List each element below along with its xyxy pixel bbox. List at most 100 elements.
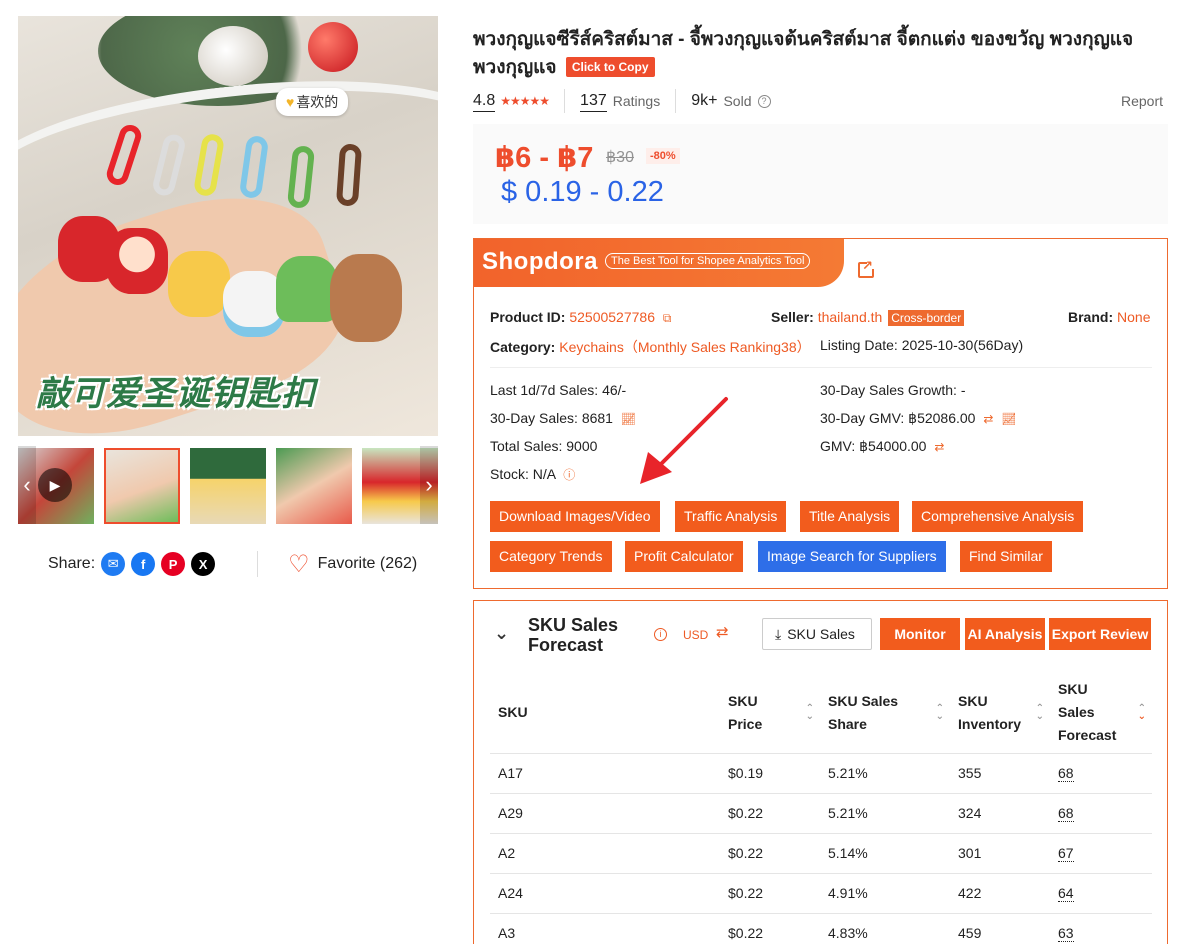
stock: Stock: N/A	[490, 466, 556, 482]
favorite-label[interactable]: Favorite (262)	[318, 555, 418, 573]
cell-forecast: 64	[1050, 873, 1152, 914]
info-icon[interactable]: i	[654, 628, 667, 641]
stock-row: Stock: N/A ⓘ	[490, 466, 575, 483]
cell-sku: A2	[490, 833, 720, 874]
column-header-inventory[interactable]: SKU Inventory ⌃ ⌄	[950, 673, 1050, 754]
ai-analysis-button[interactable]: AI Analysis	[965, 618, 1045, 650]
title-analysis-button[interactable]: Title Analysis	[800, 501, 900, 532]
export-review-button[interactable]: Export Review	[1049, 618, 1151, 650]
profit-calculator-button[interactable]: Profit Calculator	[625, 541, 743, 572]
download-images-button[interactable]: Download Images/Video	[490, 501, 660, 532]
swap-icon[interactable]: ⇄	[983, 412, 993, 426]
forecast-value[interactable]: 63	[1058, 925, 1074, 942]
category-row: Category: Keychains（Monthly Sales Rankin…	[490, 337, 811, 357]
x-icon[interactable]: X	[191, 552, 216, 576]
forecast-value[interactable]: 68	[1058, 765, 1074, 782]
forecast-value[interactable]: 64	[1058, 885, 1074, 902]
divider	[490, 367, 1152, 368]
brand-value[interactable]: None	[1117, 309, 1150, 325]
forecast-value[interactable]: 67	[1058, 845, 1074, 862]
cell-price: $0.22	[720, 873, 820, 914]
category-label: Category:	[490, 339, 556, 355]
sort-icon[interactable]: ⌃ ⌄	[806, 703, 814, 721]
seller-value[interactable]: thailand.th	[818, 309, 883, 325]
rating-value[interactable]: 4.8	[473, 91, 496, 112]
cell-inventory: 355	[950, 753, 1050, 794]
play-icon[interactable]: ▶	[38, 468, 72, 502]
shopdora-panel: Shopdora The Best Tool for Shopee Analyt…	[473, 238, 1168, 589]
currency-label[interactable]: USD	[683, 628, 708, 642]
cell-forecast: 67	[1050, 833, 1152, 874]
chevron-down-icon[interactable]: ⌄	[494, 623, 509, 644]
cell-inventory: 459	[950, 913, 1050, 944]
thumbnail-3[interactable]	[276, 448, 352, 524]
image-caption: 敲可爱圣诞钥匙扣	[36, 375, 316, 413]
column-header-sku: SKU	[490, 673, 720, 754]
thumbnail-1[interactable]	[104, 448, 180, 524]
sales-30: 30-Day Sales: 8681	[490, 410, 613, 426]
red-ornament	[308, 22, 358, 72]
product-id-row: Product ID: 52500527786 ⧉	[490, 309, 671, 326]
column-header-price[interactable]: SKU Price ⌃ ⌄	[720, 673, 820, 754]
column-header-share[interactable]: SKU Sales Share ⌃ ⌄	[820, 673, 950, 754]
table-row: A2 $0.22 5.14% 301 67	[490, 833, 1152, 874]
cell-share: 4.83%	[820, 913, 950, 944]
forecast-value[interactable]: 68	[1058, 805, 1074, 822]
column-header-forecast[interactable]: SKU Sales Forecast ⌃ ⌄	[1050, 673, 1152, 754]
category-trends-button[interactable]: Category Trends	[490, 541, 612, 572]
messenger-icon[interactable]: ✉	[101, 552, 126, 576]
trend-chart-icon[interactable]: 📈︎	[1001, 412, 1016, 426]
thumbnail-strip: ▶ ‹ ›	[18, 446, 438, 524]
download-icon: ⤓	[775, 626, 782, 642]
cell-share: 5.14%	[820, 833, 950, 874]
brand-row: Brand: None	[1068, 309, 1150, 325]
monitor-button[interactable]: Monitor	[880, 618, 960, 650]
find-similar-button[interactable]: Find Similar	[960, 541, 1052, 572]
heart-outline-icon[interactable]: ♡	[288, 550, 310, 579]
facebook-icon[interactable]: f	[131, 552, 156, 576]
info-icon[interactable]: ⓘ	[563, 468, 575, 482]
table-header-row: SKU SKU Price ⌃ ⌄ SKU Sales Share ⌃ ⌄ SKU …	[490, 673, 1152, 754]
copy-icon[interactable]: ⧉	[663, 311, 672, 325]
copy-title-button[interactable]: Click to Copy	[565, 57, 655, 77]
question-icon[interactable]: ?	[757, 94, 771, 108]
share-divider	[257, 551, 259, 577]
image-search-suppliers-button[interactable]: Image Search for Suppliers	[758, 541, 946, 572]
pinecone-decoration	[198, 26, 268, 86]
swap-icon[interactable]: ⇄	[716, 623, 729, 641]
gingerbread-charm	[330, 254, 402, 342]
product-main-image[interactable]: ♥ 喜欢的 敲可爱圣诞钥匙扣	[18, 16, 438, 436]
sku-sales-label: SKU Sales	[787, 626, 855, 642]
santa-charm	[106, 228, 168, 294]
cell-price: $0.22	[720, 833, 820, 874]
table-row: A24 $0.22 4.91% 422 64	[490, 873, 1152, 914]
thumbnail-2[interactable]	[190, 448, 266, 524]
listing-date: Listing Date: 2025-10-30(56Day)	[820, 337, 1024, 353]
sku-table: SKU SKU Price ⌃ ⌄ SKU Sales Share ⌃ ⌄ SKU …	[490, 673, 1152, 944]
sku-sales-button[interactable]: ⤓ SKU Sales	[762, 618, 872, 650]
sort-icon[interactable]: ⌃ ⌄	[936, 703, 944, 721]
sales-growth: 30-Day Sales Growth: -	[820, 382, 966, 398]
chevron-right-icon[interactable]: ›	[420, 446, 438, 524]
cell-share: 5.21%	[820, 793, 950, 834]
sort-icon[interactable]: ⌃ ⌄	[1036, 703, 1044, 721]
cell-inventory: 301	[950, 833, 1050, 874]
swap-icon[interactable]: ⇄	[934, 440, 944, 454]
share-row: Share: ✉ f P X ♡ Favorite (262)	[48, 550, 417, 578]
category-value[interactable]: Keychains（Monthly Sales Ranking38）	[559, 339, 810, 355]
ratings-count[interactable]: 137	[580, 91, 607, 112]
report-link[interactable]: Report	[1121, 93, 1163, 109]
external-link-icon[interactable]	[858, 258, 875, 278]
traffic-analysis-button[interactable]: Traffic Analysis	[675, 501, 787, 532]
gmv-30: 30-Day GMV: ฿52086.00	[820, 410, 976, 426]
price-usd: $ 0.19 - 0.22	[501, 176, 664, 208]
chevron-left-icon[interactable]: ‹	[18, 446, 36, 524]
discount-badge: -80%	[646, 148, 680, 164]
sku-forecast-title: SKU Sales Forecast	[528, 615, 619, 655]
product-id-value[interactable]: 52500527786	[569, 309, 655, 325]
sort-icon[interactable]: ⌃ ⌄	[1138, 703, 1146, 721]
pinterest-icon[interactable]: P	[161, 552, 186, 576]
comprehensive-analysis-button[interactable]: Comprehensive Analysis	[912, 501, 1084, 532]
forecast-header-label: SKU Sales Forecast	[1058, 681, 1117, 744]
cell-forecast: 63	[1050, 913, 1152, 944]
